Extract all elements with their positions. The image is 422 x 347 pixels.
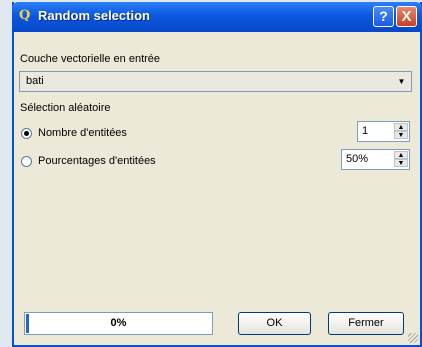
- input-layer-label: Couche vectorielle en entrée: [20, 53, 161, 65]
- resize-grip[interactable]: [408, 333, 418, 343]
- close-window-button[interactable]: X: [396, 6, 417, 27]
- input-layer-select[interactable]: bati ▼: [19, 71, 412, 92]
- count-spinbox[interactable]: 1 ▲ ▼: [357, 121, 410, 142]
- selection-label: Sélection aléatoire: [20, 102, 111, 114]
- radio-percentage[interactable]: [21, 156, 32, 167]
- close-button[interactable]: Fermer: [328, 312, 404, 335]
- count-decrement-button[interactable]: ▼: [394, 131, 408, 139]
- percentage-spin-buttons: ▲ ▼: [394, 151, 408, 168]
- percentage-spinbox[interactable]: 50% ▲ ▼: [341, 149, 410, 170]
- percentage-value: 50%: [346, 153, 369, 165]
- window-title: Random selection: [38, 8, 150, 23]
- radio-count[interactable]: [21, 128, 32, 139]
- dialog-content: Couche vectorielle en entrée bati ▼ Séle…: [14, 32, 420, 345]
- dialog-window: Q Random selection ? X Couche vectoriell…: [12, 2, 422, 347]
- help-button[interactable]: ?: [373, 6, 394, 27]
- count-increment-button[interactable]: ▲: [394, 123, 408, 131]
- progress-bar: 0%: [24, 312, 213, 335]
- percentage-decrement-button[interactable]: ▼: [394, 159, 408, 167]
- progress-text: 0%: [110, 317, 127, 329]
- count-value: 1: [362, 125, 369, 137]
- ok-button[interactable]: OK: [238, 312, 311, 335]
- radio-percentage-label[interactable]: Pourcentages d'entitées: [38, 155, 156, 167]
- radio-count-label[interactable]: Nombre d'entitées: [38, 127, 127, 139]
- input-layer-value: bati: [26, 75, 44, 87]
- chevron-down-icon[interactable]: ▼: [394, 74, 409, 89]
- title-bar[interactable]: Q Random selection ? X: [12, 2, 422, 32]
- qgis-icon: Q: [19, 8, 31, 23]
- count-spin-buttons: ▲ ▼: [394, 123, 408, 140]
- percentage-increment-button[interactable]: ▲: [394, 151, 408, 159]
